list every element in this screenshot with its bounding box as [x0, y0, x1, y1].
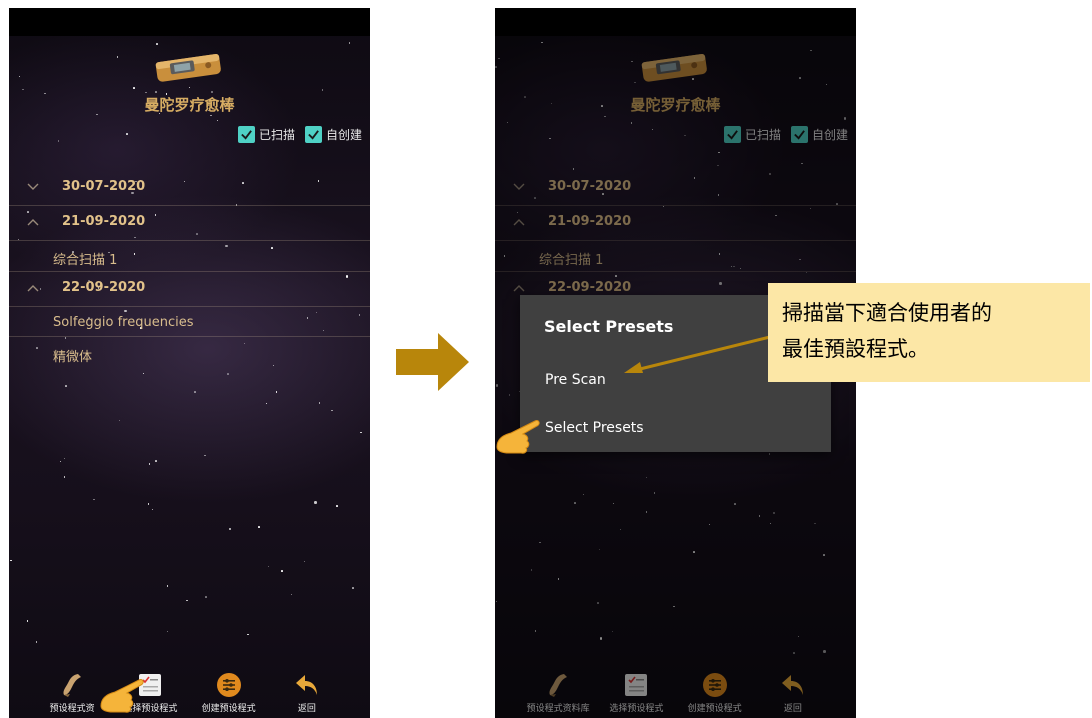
- callout-pointer-arrow: [624, 335, 771, 373]
- star-dot: [228, 527, 232, 531]
- star-dot: [155, 460, 157, 462]
- star-dot: [188, 86, 191, 89]
- star-dot: [314, 501, 317, 504]
- list-item-label: 综合扫描 1: [53, 253, 118, 268]
- star-dot: [151, 508, 154, 510]
- app-title: 曼陀罗疗愈棒: [144, 96, 235, 114]
- return-icon: [295, 675, 317, 695]
- star-dot: [63, 457, 66, 460]
- dialog-title: Select Presets: [544, 317, 674, 336]
- star-dot: [142, 372, 145, 375]
- star-dot: [18, 75, 21, 78]
- list-item-label: Solfeggio frequencies: [53, 315, 194, 330]
- bottom-navigation: 预设程式资 选择预设程式 创建预设程式 返回: [9, 666, 370, 718]
- filter-scanned-label: 已扫描: [258, 128, 295, 142]
- star-dot: [10, 559, 12, 562]
- star-dot: [166, 630, 169, 633]
- star-dot: [126, 133, 128, 135]
- date-group-header[interactable]: 21-09-2020: [9, 206, 370, 240]
- callout-line-1: 掃描當下適合使用者的: [782, 301, 992, 325]
- chevron-up-icon: [27, 219, 39, 226]
- filter-bar: 已扫描 自创建: [234, 126, 362, 143]
- pointing-hand-icon: [496, 420, 540, 454]
- tab-label: 预设程式资: [49, 704, 95, 714]
- pre-scan-option[interactable]: Pre Scan: [545, 372, 606, 388]
- star-dot: [318, 402, 321, 404]
- star-dot: [63, 476, 66, 478]
- star-dot: [35, 641, 38, 643]
- star-dot: [290, 593, 293, 596]
- divider: [9, 336, 370, 337]
- star-dot: [258, 526, 260, 528]
- star-dot: [210, 114, 212, 117]
- star-dot: [247, 633, 249, 636]
- star-dot: [205, 596, 207, 598]
- sliders-icon: [216, 673, 241, 697]
- group-date-label: 30-07-2020: [62, 179, 146, 194]
- star-dot: [210, 90, 214, 94]
- filter-created[interactable]: 自创建: [304, 126, 362, 143]
- star-dot: [156, 43, 158, 45]
- star-dot: [204, 454, 206, 457]
- star-dot: [303, 560, 306, 563]
- select-presets-option[interactable]: Select Presets: [545, 420, 644, 436]
- star-dot: [186, 599, 188, 602]
- group-date-label: 22-09-2020: [62, 280, 146, 295]
- star-dot: [133, 87, 135, 89]
- star-dot: [348, 42, 351, 44]
- phone-screen-before: 曼陀罗疗愈棒 已扫描 自创建 30-07-2020 21-09-2020 综合扫…: [9, 8, 370, 718]
- star-dot: [65, 385, 67, 387]
- tab-label: 返回: [297, 704, 316, 714]
- star-dot: [116, 56, 119, 58]
- arrow-right-icon: [396, 333, 469, 391]
- star-dot: [265, 402, 268, 405]
- star-dot: [267, 565, 270, 568]
- star-dot: [336, 505, 338, 507]
- annotation-callout: 掃描當下適合使用者的 最佳預設程式。: [768, 283, 1090, 382]
- star-dot: [93, 498, 95, 501]
- chevron-down-icon: [27, 183, 39, 190]
- star-dot: [22, 88, 24, 91]
- status-bar: [9, 8, 370, 36]
- star-dot: [216, 119, 219, 122]
- callout-line-2: 最佳預設程式。: [782, 337, 929, 361]
- tab-label: 创建预设程式: [201, 704, 256, 714]
- star-dot: [57, 140, 59, 142]
- filter-created-label: 自创建: [325, 128, 362, 142]
- chevron-up-icon: [27, 285, 39, 292]
- star-dot: [166, 585, 169, 587]
- star-dot: [281, 570, 283, 572]
- checkbox-checked-icon[interactable]: [237, 126, 255, 143]
- filter-scanned[interactable]: 已扫描: [237, 126, 295, 143]
- list-item-label: 精微体: [53, 350, 93, 365]
- star-dot: [227, 373, 229, 375]
- star-dot: [360, 431, 362, 434]
- scroll-icon: [63, 674, 82, 697]
- star-dot: [26, 620, 29, 622]
- tab-back[interactable]: 返回: [268, 666, 346, 718]
- star-dot: [155, 91, 157, 93]
- date-group-header[interactable]: 22-09-2020: [9, 272, 370, 306]
- group-date-label: 21-09-2020: [62, 214, 146, 229]
- tab-create-preset[interactable]: 创建预设程式: [190, 666, 268, 718]
- star-dot: [275, 391, 278, 393]
- star-dot: [147, 503, 150, 505]
- star-dot: [331, 409, 333, 411]
- pointing-hand-icon: [100, 679, 144, 713]
- star-dot: [59, 460, 62, 463]
- list-item[interactable]: 精微体: [9, 338, 370, 372]
- star-dot: [194, 391, 196, 393]
- star-dot: [352, 587, 354, 589]
- list-item[interactable]: 综合扫描 1: [9, 241, 370, 275]
- date-group-header[interactable]: 30-07-2020: [9, 171, 370, 205]
- checkbox-checked-icon[interactable]: [304, 126, 322, 143]
- healing-wand-device-icon: [155, 54, 221, 82]
- star-dot: [118, 419, 121, 422]
- star-dot: [321, 89, 324, 91]
- star-dot: [148, 463, 151, 465]
